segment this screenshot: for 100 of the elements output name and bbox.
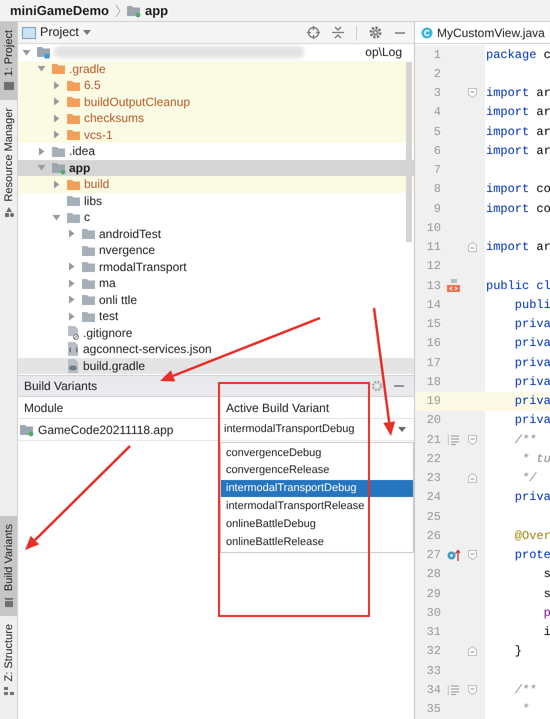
code-line: priva xyxy=(514,374,550,391)
collapse-arrow-icon[interactable] xyxy=(37,64,46,74)
doc-render-icon[interactable] xyxy=(448,684,458,695)
structure-icon xyxy=(2,685,14,697)
scrollbar-thumb[interactable] xyxy=(406,62,412,242)
tree-item[interactable]: .gradle xyxy=(18,60,414,77)
code-line: priva xyxy=(514,335,550,352)
line-number: 35 xyxy=(426,701,441,718)
tree-item-label: vcs-1 xyxy=(84,126,114,144)
tree-item-label: agconnect-services.json xyxy=(83,341,213,358)
tree-item-label: .gitignore xyxy=(83,324,134,342)
tree-item-label: androidTest xyxy=(99,226,162,243)
dropdown-option[interactable]: convergenceDebug xyxy=(221,444,413,462)
line-number: 16 xyxy=(426,335,441,352)
dropdown-option[interactable]: onlineBattleRelease xyxy=(221,532,413,551)
editor-tab[interactable]: MyCustomView.java xyxy=(415,22,550,43)
tree-item[interactable]: ma xyxy=(18,275,414,292)
fold-icon[interactable] xyxy=(468,88,476,98)
android-icon xyxy=(2,596,14,608)
code-line: i xyxy=(542,624,550,642)
expand-arrow-icon[interactable] xyxy=(37,146,46,156)
breadcrumb-item[interactable]: miniGameDemo xyxy=(8,0,111,20)
line-number: 4 xyxy=(432,104,441,122)
locate-icon[interactable] xyxy=(307,26,320,39)
expand-arrow-icon[interactable] xyxy=(67,262,76,272)
code-line: /** xyxy=(514,682,536,699)
expand-arrow-icon[interactable] xyxy=(52,80,61,90)
collapse-arrow-icon[interactable] xyxy=(52,212,61,222)
tree-item[interactable]: build xyxy=(18,176,414,192)
fold-icon[interactable] xyxy=(468,434,476,445)
code-line: import ar xyxy=(485,85,550,102)
expand-arrow-icon[interactable] xyxy=(52,180,61,189)
line-number: 27 xyxy=(426,547,441,564)
code-line: } xyxy=(514,643,522,660)
fold-icon[interactable] xyxy=(468,646,476,656)
tree-item[interactable]: androidTest xyxy=(18,226,414,242)
tree-item[interactable]: .gitignore xyxy=(18,324,414,341)
view-selector[interactable]: Project xyxy=(22,23,91,42)
breadcrumb-item[interactable]: app xyxy=(124,0,170,20)
resources-icon xyxy=(2,206,14,218)
dropdown-option[interactable]: onlineBattleDebug xyxy=(221,515,413,533)
dropdown-option[interactable]: intermodalTransportRelease xyxy=(221,497,413,516)
dropdown-option[interactable]: convergenceRelease xyxy=(221,462,413,480)
settings-icon[interactable] xyxy=(369,26,382,39)
tree-item[interactable]: c xyxy=(18,209,414,226)
expand-arrow-icon[interactable] xyxy=(52,97,61,106)
tree-item[interactable]: build.gradle xyxy=(18,358,414,374)
json-file-icon xyxy=(67,342,80,356)
code-line: s xyxy=(542,566,550,584)
dropdown-option[interactable]: intermodalTransportDebug xyxy=(221,480,413,498)
fold-icon[interactable] xyxy=(468,473,476,484)
tree-item[interactable]: buildOutputCleanup xyxy=(18,94,414,110)
panel-icon xyxy=(22,26,36,38)
tree-item-label: ma xyxy=(99,275,117,292)
module-folder-icon xyxy=(52,160,66,175)
tree-item[interactable]: nvergence xyxy=(18,242,414,258)
tree-item[interactable]: rmodalTransport xyxy=(18,258,414,275)
gradle-file-icon xyxy=(67,358,80,373)
tree-item[interactable]: op\Log xyxy=(18,44,414,60)
tree-item[interactable]: libs xyxy=(18,192,414,209)
collapse-arrow-icon[interactable] xyxy=(22,48,31,57)
expand-arrow-icon[interactable] xyxy=(67,295,76,304)
tree-item[interactable]: app xyxy=(18,160,414,176)
tree-item[interactable]: test xyxy=(18,308,414,324)
tree-item[interactable]: checksums xyxy=(18,110,414,126)
fold-icon[interactable] xyxy=(468,242,476,252)
ignore-file-icon xyxy=(67,326,80,340)
expand-arrow-icon[interactable] xyxy=(67,229,76,238)
collapse-arrow-icon[interactable] xyxy=(37,163,46,172)
folder-icon xyxy=(82,293,96,306)
fold-icon[interactable] xyxy=(468,684,476,695)
line-number: 32 xyxy=(426,643,441,660)
fold-icon[interactable] xyxy=(468,550,476,560)
tool-window-tab[interactable]: 1: Project xyxy=(0,22,17,100)
line-number: 17 xyxy=(426,354,441,372)
override-icon[interactable] xyxy=(446,549,460,562)
collapse-all-icon[interactable] xyxy=(332,26,344,39)
column-header[interactable]: Active Build Variant xyxy=(220,397,414,418)
tool-window-tab[interactable]: Z: Structure xyxy=(0,616,17,705)
tree-item[interactable]: vcs-1 xyxy=(18,126,414,143)
class-gutter-icon[interactable] xyxy=(446,279,460,292)
column-header[interactable]: Module xyxy=(18,397,220,418)
code-line: import ar xyxy=(485,124,550,141)
line-number: 21 xyxy=(426,432,441,449)
tool-window-tab[interactable]: Resource Manager xyxy=(0,100,17,226)
expand-arrow-icon[interactable] xyxy=(67,278,76,288)
tree-item[interactable]: .idea xyxy=(18,143,414,160)
settings-icon[interactable] xyxy=(371,380,383,392)
tool-window-tab[interactable]: Build Variants xyxy=(0,516,17,616)
code-line: * xyxy=(521,701,530,718)
tree-item[interactable]: 6.5 xyxy=(18,77,414,94)
tree-item[interactable]: onli ttle xyxy=(18,292,414,308)
tree-item[interactable]: agconnect-services.json xyxy=(18,341,414,358)
code-line: import co xyxy=(485,200,550,218)
expand-arrow-icon[interactable] xyxy=(52,130,61,140)
line-number: 11 xyxy=(426,239,441,256)
expand-arrow-icon[interactable] xyxy=(67,312,76,321)
expand-arrow-icon[interactable] xyxy=(52,114,61,123)
doc-render-icon[interactable] xyxy=(448,434,458,445)
table-cell-text: GameCode20211118.app xyxy=(38,422,174,438)
